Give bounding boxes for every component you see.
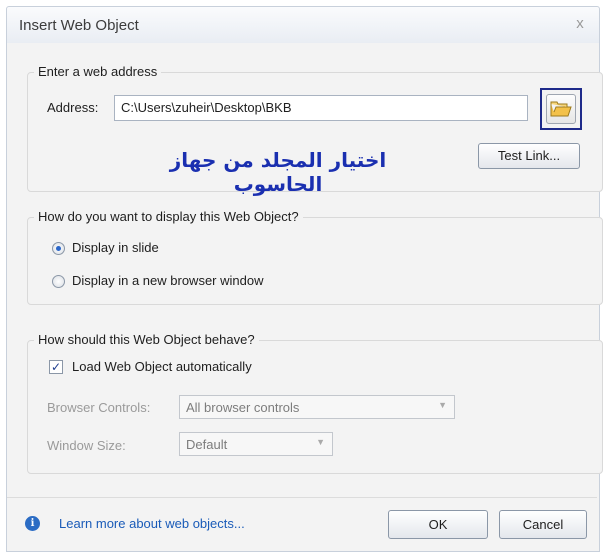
behave-group-legend: How should this Web Object behave? — [34, 332, 259, 347]
browser-controls-select[interactable]: All browser controls ▼ — [179, 395, 455, 419]
browse-highlight[interactable] — [540, 88, 582, 130]
browser-controls-value: All browser controls — [186, 400, 300, 415]
load-auto-checkbox[interactable]: ✓ — [49, 360, 63, 374]
display-group-legend: How do you want to display this Web Obje… — [34, 209, 303, 224]
window-size-label: Window Size: — [47, 438, 126, 453]
browser-controls-label: Browser Controls: — [47, 400, 151, 415]
display-group: How do you want to display this Web Obje… — [27, 209, 603, 305]
title-bar: Insert Web Object x — [6, 6, 600, 44]
chevron-down-icon: ▼ — [316, 437, 325, 447]
radio-display-new-window[interactable] — [52, 275, 65, 288]
address-input[interactable]: C:\Users\zuheir\Desktop\BKB — [114, 95, 528, 121]
address-group-legend: Enter a web address — [34, 64, 162, 79]
learn-more-link[interactable]: Learn more about web objects... — [59, 516, 245, 531]
folder-icon — [550, 101, 572, 117]
radio-label-display-in-slide[interactable]: Display in slide — [72, 240, 159, 255]
info-icon: i — [25, 516, 40, 531]
window-size-select[interactable]: Default ▼ — [179, 432, 333, 456]
window-size-value: Default — [186, 437, 228, 452]
ok-button[interactable]: OK — [388, 510, 488, 539]
test-link-button[interactable]: Test Link... — [478, 143, 580, 169]
insert-web-object-dialog: Insert Web Object x Enter a web address … — [0, 0, 604, 557]
arabic-annotation: اختيار المجلد من جهاز الحاسوب — [169, 148, 387, 196]
dialog-title: Insert Web Object — [19, 17, 139, 34]
chevron-down-icon: ▼ — [438, 400, 447, 410]
radio-display-in-slide[interactable] — [52, 242, 65, 255]
cancel-button[interactable]: Cancel — [499, 510, 587, 539]
browse-button[interactable] — [546, 94, 576, 124]
load-auto-label[interactable]: Load Web Object automatically — [72, 359, 252, 374]
dialog-footer: i Learn more about web objects... OK Can… — [7, 497, 597, 550]
close-button[interactable]: x — [571, 15, 589, 33]
radio-label-display-new-window[interactable]: Display in a new browser window — [72, 273, 263, 288]
address-label: Address: — [47, 100, 99, 115]
